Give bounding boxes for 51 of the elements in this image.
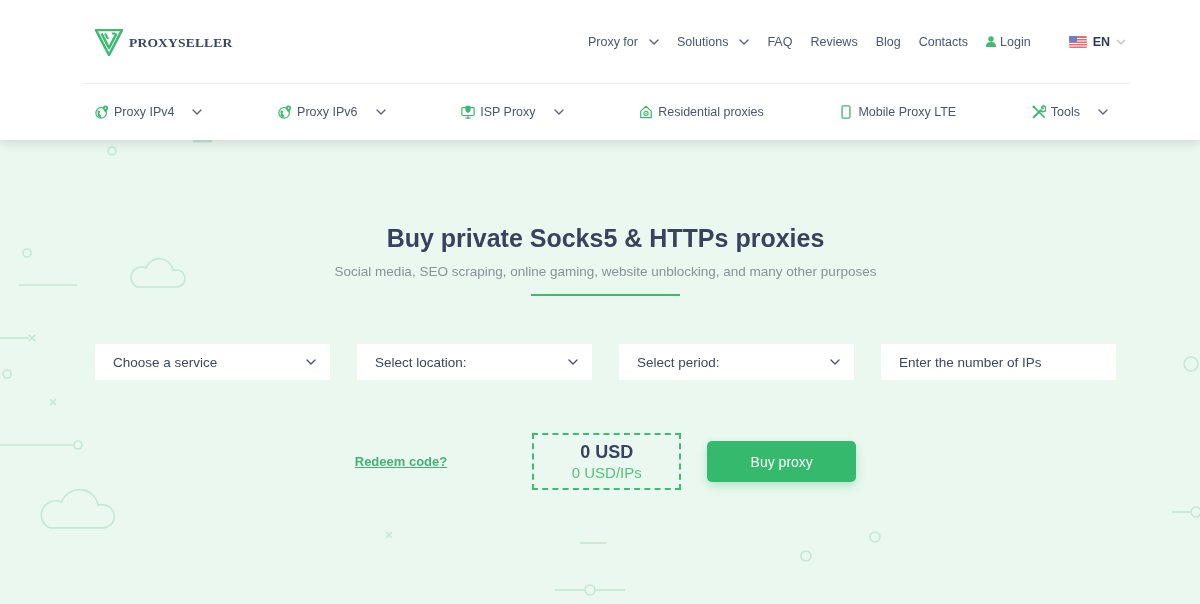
monitor-shield-icon xyxy=(461,105,476,119)
user-icon xyxy=(986,36,997,47)
category-link[interactable]: Proxy IPv6 xyxy=(278,105,386,119)
cross-mark xyxy=(28,334,36,342)
category-link[interactable]: ISP Proxy xyxy=(461,105,564,119)
unit-price: 0 USD/IPs xyxy=(571,463,642,482)
hero-title: Buy private Socks5 & HTTPs proxies xyxy=(386,223,825,254)
nav-link[interactable]: Solutions xyxy=(676,34,750,49)
decor-circle xyxy=(73,440,83,450)
category-link[interactable]: Proxy IPv4 xyxy=(95,105,203,119)
chevron-down-icon xyxy=(1116,38,1126,45)
decor-circle xyxy=(584,584,596,596)
nav-link[interactable]: Proxy for xyxy=(587,34,659,49)
cross-mark xyxy=(49,398,57,406)
decor-circle xyxy=(22,248,32,258)
input-field[interactable]: Enter the number of IPs xyxy=(881,344,1116,380)
decor-line xyxy=(554,589,586,591)
logo-link[interactable]: PROXYSELLER xyxy=(95,29,233,56)
logo-icon xyxy=(95,29,123,56)
decor-line xyxy=(0,337,30,339)
select-field[interactable]: Select location: xyxy=(357,344,592,380)
flag-icon xyxy=(1068,35,1087,48)
nav-link[interactable]: Contacts xyxy=(918,34,969,49)
decor-line xyxy=(579,542,607,544)
category-link[interactable]: Residential proxies xyxy=(639,105,764,119)
login-link[interactable]: Login xyxy=(986,34,1031,49)
decor-circle xyxy=(869,531,881,543)
cloud-drawing xyxy=(130,257,186,288)
globe-pin-icon xyxy=(95,105,109,119)
decor-line xyxy=(1171,511,1191,513)
tools-icon xyxy=(1031,105,1046,119)
hero-subtitle: Social media, SEO scraping, online gaming, website unblocking, and many other purposes xyxy=(334,263,877,281)
total-price: 0 USD xyxy=(580,441,634,463)
category-link[interactable]: Mobile Proxy LTE xyxy=(839,105,957,119)
language-selector[interactable]: EN xyxy=(1068,34,1126,49)
phone-icon xyxy=(839,105,854,119)
house-icon xyxy=(639,105,654,119)
category-link[interactable]: Tools xyxy=(1031,105,1108,119)
decor-circle xyxy=(1183,356,1199,372)
cross-mark xyxy=(385,531,393,539)
select-field[interactable]: Select period: xyxy=(619,344,854,380)
decor-circle xyxy=(2,369,12,379)
nav-link[interactable]: Reviews xyxy=(810,34,858,49)
decor-line xyxy=(594,589,626,591)
nav-link[interactable]: FAQ xyxy=(767,34,793,49)
select-field[interactable]: Choose a service xyxy=(95,344,330,380)
globe-pin-icon xyxy=(278,105,293,119)
decor-line xyxy=(193,140,212,143)
decor-circle xyxy=(800,550,812,562)
nav-link[interactable]: Blog xyxy=(875,34,901,49)
decor-circle xyxy=(107,146,117,156)
